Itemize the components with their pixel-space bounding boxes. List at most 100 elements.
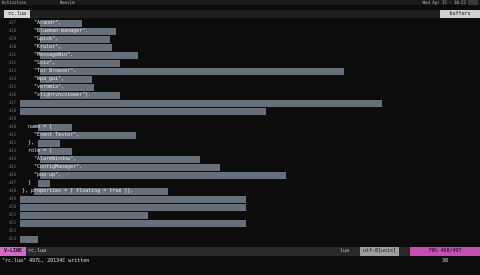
line-number: 432 [8,60,16,65]
line-number: 453 [8,228,16,233]
mode-indicator: V-LINE [0,247,26,256]
status-filetype: lua [340,248,350,254]
line-number: 449 [8,196,16,201]
line-number: 451 [8,212,16,217]
code-text: "Sxiv", [22,60,56,66]
line-number: 441 [8,132,16,137]
code-text: "pop-up", [22,172,62,178]
code-line: 443 role = { [0,147,480,155]
visual-selection [20,220,246,227]
code-line: 442 }, [0,139,480,147]
buffers-label: buffers [440,10,480,18]
code-line: 432 "Sxiv", [0,59,480,67]
line-number: 448 [8,188,16,193]
line-number: 430 [8,44,16,49]
visual-selection [20,100,382,107]
clock[interactable]: Wed Apr 15 - 10:22 [423,0,466,5]
visual-selection [20,236,38,243]
line-number: 427 [8,20,16,25]
tabline: rc.lua buffers [0,10,480,18]
line-number: 439 [8,116,16,121]
code-line: 452 [0,219,480,227]
system-top-bar: Activities Neovim Wed Apr 15 - 10:22 [0,0,480,5]
line-number: 446 [8,172,16,177]
status-filename: rc.lua [28,248,47,254]
code-line: 454 [0,235,480,243]
code-line: 433 "Tor Browser", [0,67,480,75]
code-line: 430 "Kruler", [0,43,480,51]
code-line: 450 [0,203,480,211]
line-number: 447 [8,180,16,185]
activities-label[interactable]: Activities [2,0,26,5]
line-number: 438 [8,108,16,113]
code-line: 448 }, properties = { floating = true }}… [0,187,480,195]
code-line: 453 [0,227,480,235]
window-title: Neovim [60,0,75,5]
code-text: }, properties = { floating = true }}, [22,188,134,194]
line-number: 442 [8,140,16,145]
code-line: 436 "xtightvncviewer"}, [0,91,480,99]
editor-pane[interactable]: 427 "Arandr", 428 "Blueman-manager", 429… [0,19,480,243]
code-text: }, [22,140,35,146]
code-line: 444 "AlarmWindow", [0,155,480,163]
code-line: 451 [0,211,480,219]
line-number: 454 [8,236,16,241]
line-number: 440 [8,124,16,129]
visual-selection [40,68,344,75]
code-line: 441 "Event Tester", [0,131,480,139]
code-text: "xtightvncviewer"}, [22,92,92,98]
visual-selection [38,140,60,147]
code-text: name = { [22,124,53,130]
code-line: 449 [0,195,480,203]
code-line: 439 [0,115,480,123]
line-number: 433 [8,68,16,73]
line-number: 450 [8,204,16,209]
code-line: 431 "MessageWin", [0,51,480,59]
code-line: 440 name = { [0,123,480,131]
code-text: "Tor Browser", [22,68,77,74]
code-text: role = { [22,148,53,154]
visual-selection [40,172,286,179]
code-text: "Event Tester", [22,132,80,138]
code-line: 427 "Arandr", [0,19,480,27]
status-encoding: utf-8[unix] [360,247,400,256]
code-line: 437 [0,99,480,107]
status-line: V-LINE rc.lua lua utf-8[unix] 79% 468/49… [0,247,480,256]
visual-selection [20,204,246,211]
visual-selection [20,108,266,115]
code-line: 447 } [0,179,480,187]
code-text: "MessageWin", [22,52,74,58]
line-number: 443 [8,148,16,153]
code-text: "Blueman-manager", [22,28,89,34]
visual-selection [20,196,246,203]
code-text: "veromix", [22,84,65,90]
line-number: 445 [8,164,16,169]
code-line: 446 "pop-up", [0,171,480,179]
code-text: "Wpa_gui", [22,76,65,82]
code-line: 445 "ConfigManager", [0,163,480,171]
line-number: 431 [8,52,16,57]
line-number: 428 [8,28,16,33]
status-position: 79% 468/497 [410,247,480,256]
line-number: 444 [8,156,16,161]
line-number: 434 [8,76,16,81]
code-text: "Gpick", [22,36,59,42]
line-number: 429 [8,36,16,41]
line-number: 452 [8,220,16,225]
selection-count: 38 [441,258,448,264]
code-text: "Arandr", [22,20,62,26]
code-line: 428 "Blueman-manager", [0,27,480,35]
system-tray-icon[interactable] [468,0,478,5]
code-line: 429 "Gpick", [0,35,480,43]
tab-rc-lua[interactable]: rc.lua [4,10,31,18]
code-line: 434 "Wpa_gui", [0,75,480,83]
code-text: "ConfigManager", [22,164,83,170]
line-number: 437 [8,100,16,105]
code-line: 438 [0,107,480,115]
code-text: } [22,180,32,186]
code-line: 435 "veromix", [0,83,480,91]
visual-selection [20,212,148,219]
code-text: "Kruler", [22,44,62,50]
line-number: 436 [8,92,16,97]
command-line[interactable]: "rc.lua" 497L, 20134C written 38 [0,257,480,266]
